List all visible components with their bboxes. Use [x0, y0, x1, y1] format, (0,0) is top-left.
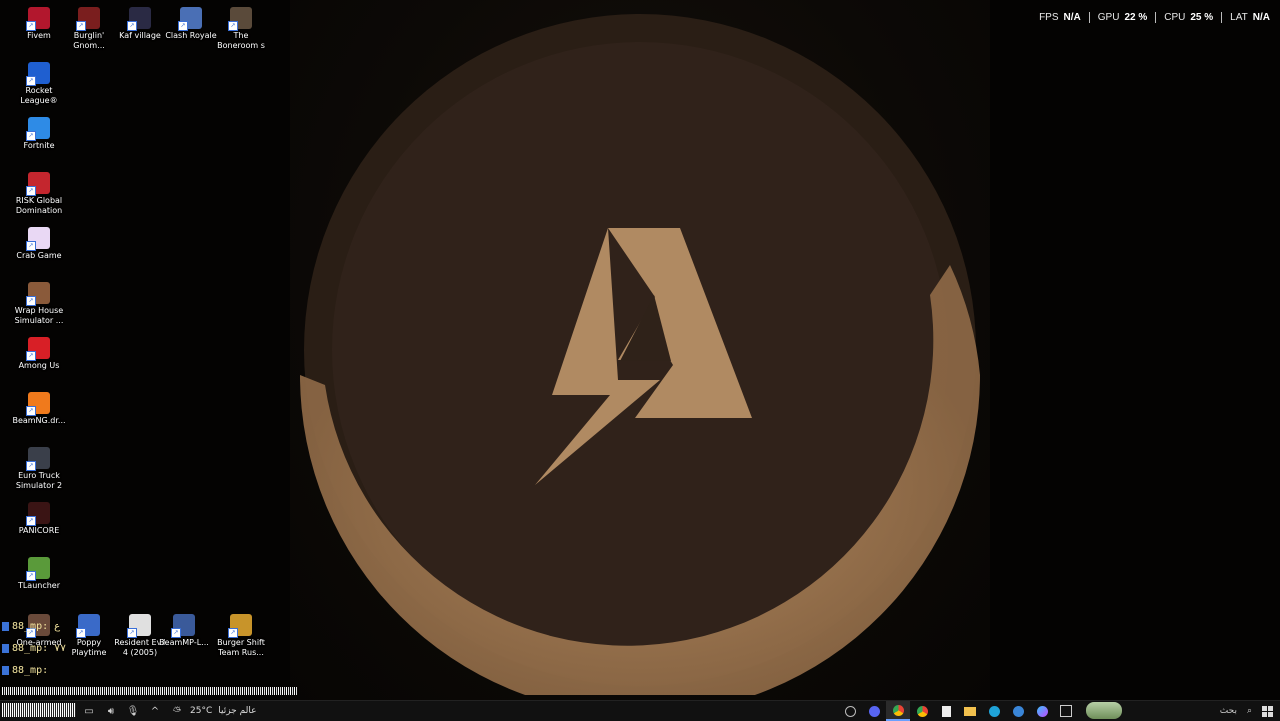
shortcut-arrow-icon: ↗ — [26, 296, 36, 306]
desktop-shortcut-label: Among Us — [18, 361, 60, 370]
search-highlight-image[interactable] — [1086, 702, 1122, 719]
rocket-league-icon: ↗ — [26, 62, 50, 86]
shortcut-arrow-icon: ↗ — [26, 21, 36, 31]
latency-stat: LAT N/A — [1230, 12, 1270, 23]
among-us-icon: ↗ — [26, 337, 50, 361]
desktop-shortcut-euro-truck[interactable]: ↗ Euro Truck Simulator 2 — [10, 443, 68, 491]
fortnite-icon: ↗ — [26, 117, 50, 141]
shortcut-arrow-icon: ↗ — [178, 21, 188, 31]
file-explorer-icon[interactable] — [958, 701, 982, 721]
copilot-icon[interactable] — [1030, 701, 1054, 721]
desktop-shortcut-the-boneroom[interactable]: ↗ The Boneroom s — [212, 3, 270, 51]
desktop-shortcut-label: Burglin' Gnom... — [73, 31, 105, 50]
console-line: 88_mp: ٧٧ — [0, 637, 300, 659]
shortcut-arrow-icon: ↗ — [26, 351, 36, 361]
start-icon[interactable] — [1256, 701, 1278, 721]
player-tag-icon — [2, 665, 9, 675]
notification-icon[interactable]: ▭ — [78, 701, 100, 721]
desktop-shortcut-label: BeamNG.dr... — [12, 416, 66, 425]
clock-icon[interactable] — [838, 701, 862, 721]
desktop-shortcut-fortnite[interactable]: ↗ Fortnite — [10, 113, 68, 151]
kaf-village-icon: ↗ — [127, 7, 151, 31]
shortcut-arrow-icon: ↗ — [26, 461, 36, 471]
volume-icon[interactable]: 🔊︎ — [100, 701, 122, 721]
euro-truck-icon: ↗ — [26, 447, 50, 471]
desktop-shortcut-rocket-league[interactable]: ↗ Rocket League® — [10, 58, 68, 106]
the-boneroom-icon: ↗ — [228, 7, 252, 31]
chrome-icon[interactable] — [886, 701, 910, 721]
performance-overlay: FPS N/A GPU 22 % CPU 25 % LAT N/A — [1031, 12, 1270, 23]
taskbar-apps — [838, 701, 1078, 721]
desktop-shortcut-label: Wrap House Simulator ... — [14, 306, 64, 325]
system-tray: ▭ 🔊︎ 🎙︎ ^ ⛅︎ 25°C عالم جزئيا — [78, 701, 256, 721]
search-box[interactable]: بحث ⌕ — [1160, 701, 1252, 721]
console-line: 88_mp: — [0, 659, 300, 681]
burglin-gnomes-icon: ↗ — [76, 7, 100, 31]
shortcut-arrow-icon: ↗ — [26, 186, 36, 196]
desktop-shortcut-label: Euro Truck Simulator 2 — [15, 471, 63, 490]
desktop-shortcut-label: TLauncher — [17, 581, 61, 590]
notepad-icon[interactable] — [934, 701, 958, 721]
shortcut-arrow-icon: ↗ — [26, 131, 36, 141]
weather-temp[interactable]: 25°C — [190, 706, 212, 716]
chevron-up-icon[interactable]: ^ — [144, 701, 166, 721]
desktop-shortcut-label: Fortnite — [23, 141, 55, 150]
desktop-shortcut-risk[interactable]: ↗ RISK Global Domination — [10, 168, 68, 216]
panicore-icon: ↗ — [26, 502, 50, 526]
taskbar-noise — [2, 703, 76, 717]
fivem-icon: ↗ — [26, 7, 50, 31]
player-tag-icon — [2, 621, 9, 631]
taskbar: ▭ 🔊︎ 🎙︎ ^ ⛅︎ 25°C عالم جزئيا بحث ⌕ — [0, 700, 1280, 721]
chat-console: 88_mp: ع 88_mp: ٧٧ 88_mp: — [0, 615, 300, 681]
desktop-shortcut-label: Rocket League® — [20, 86, 58, 105]
shortcut-arrow-icon: ↗ — [26, 406, 36, 416]
shortcut-arrow-icon: ↗ — [127, 21, 137, 31]
desktop-shortcut-burglin-gnomes[interactable]: ↗ Burglin' Gnom... — [60, 3, 118, 51]
shortcut-arrow-icon: ↗ — [228, 21, 238, 31]
task-view-icon[interactable] — [1054, 701, 1078, 721]
shortcut-arrow-icon: ↗ — [26, 76, 36, 86]
desktop-shortcut-among-us[interactable]: ↗ Among Us — [10, 333, 68, 371]
desktop-shortcut-beamng[interactable]: ↗ BeamNG.dr... — [10, 388, 68, 426]
chrome-icon[interactable] — [910, 701, 934, 721]
shortcut-arrow-icon: ↗ — [26, 241, 36, 251]
input-noise-bar — [2, 687, 297, 695]
weather-condition[interactable]: عالم جزئيا — [218, 706, 256, 716]
desktop-shortcut-tlauncher[interactable]: ↗ TLauncher — [10, 553, 68, 591]
clash-royale-icon: ↗ — [178, 7, 202, 31]
console-line: 88_mp: ع — [0, 615, 300, 637]
shortcut-arrow-icon: ↗ — [26, 571, 36, 581]
cpu-stat: CPU 25 % — [1156, 12, 1223, 23]
player-tag-icon — [2, 643, 9, 653]
desktop-shortcut-label: PANICORE — [18, 526, 60, 535]
tlauncher-icon: ↗ — [26, 557, 50, 581]
crab-game-icon: ↗ — [26, 227, 50, 251]
desktop-shortcut-label: Crab Game — [16, 251, 62, 260]
desktop-shortcut-wrap-house[interactable]: ↗ Wrap House Simulator ... — [10, 278, 68, 326]
desktop-shortcut-label: The Boneroom s — [217, 31, 265, 50]
settings-icon[interactable] — [1006, 701, 1030, 721]
desktop-shortcut-kaf-village[interactable]: ↗ Kaf village — [111, 3, 169, 41]
discord-icon[interactable] — [862, 701, 886, 721]
microphone-icon[interactable]: 🎙︎ — [122, 701, 144, 721]
edge-icon[interactable] — [982, 701, 1006, 721]
risk-icon: ↗ — [26, 172, 50, 196]
search-label: بحث — [1219, 706, 1237, 716]
fps-stat: FPS N/A — [1031, 12, 1090, 23]
wrap-house-icon: ↗ — [26, 282, 50, 306]
shortcut-arrow-icon: ↗ — [76, 21, 86, 31]
desktop-shortcut-label: RISK Global Domination — [15, 196, 63, 215]
desktop-shortcut-crab-game[interactable]: ↗ Crab Game — [10, 223, 68, 261]
logo-emblem — [300, 14, 980, 695]
desktop-shortcut-label: Kaf village — [119, 31, 161, 40]
shortcut-arrow-icon: ↗ — [26, 516, 36, 526]
desktop-shortcut-panicore[interactable]: ↗ PANICORE — [10, 498, 68, 536]
weather-icon[interactable]: ⛅︎ — [166, 701, 188, 721]
search-icon: ⌕ — [1246, 706, 1252, 716]
gpu-stat: GPU 22 % — [1090, 12, 1157, 23]
beamng-icon: ↗ — [26, 392, 50, 416]
